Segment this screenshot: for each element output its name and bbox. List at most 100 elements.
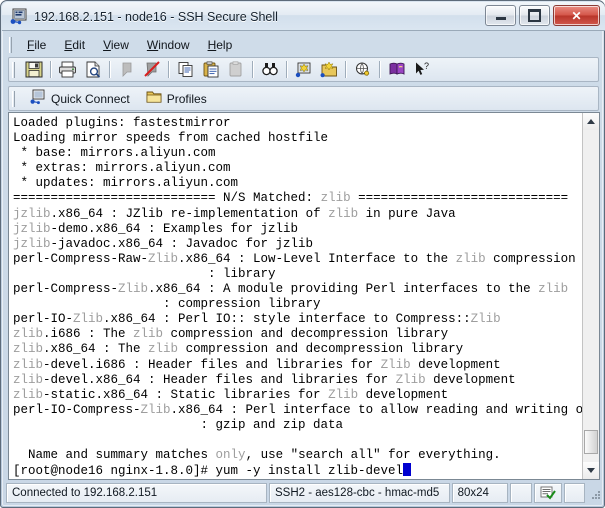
menu-drag-grip[interactable] <box>8 36 15 53</box>
terminal-match-highlight: Zlib <box>328 387 359 402</box>
terminal-text: * extras: mirrors.aliyun.com <box>13 161 231 176</box>
new-terminal-icon[interactable] <box>317 59 340 80</box>
terminal-match-highlight: zlib <box>148 342 179 357</box>
terminal-text: perl-IO- <box>13 312 74 327</box>
help-book-icon[interactable] <box>385 59 408 80</box>
terminal-text: : library <box>13 266 276 281</box>
terminal-scrollbar[interactable] <box>582 113 599 479</box>
terminal-line: : gzip and zip data <box>13 418 582 433</box>
quickbar-drag-grip[interactable] <box>11 90 18 107</box>
terminal-line: Name and summary matches only, use "sear… <box>13 448 582 463</box>
terminal-match-highlight: j <box>13 206 21 221</box>
terminal-match-highlight: Zlib <box>73 312 104 327</box>
menu-bar: File Edit View Window Help <box>8 34 599 55</box>
terminal-text: development <box>425 372 516 387</box>
resize-grip[interactable] <box>587 483 601 503</box>
status-pane-blank-1 <box>510 483 533 503</box>
terminal-match-highlight: Zlib <box>140 402 171 417</box>
terminal-output[interactable]: Loaded plugins: fastestmirror Loading mir… <box>9 113 582 479</box>
status-cipher: SSH2 - aes128-cbc - hmac-md5 <box>268 483 450 503</box>
terminal-text: perl-Compress- <box>13 282 119 297</box>
terminal-line: zlib-devel.x86_64 : Header files and lib… <box>13 373 582 388</box>
maximize-button[interactable] <box>519 5 550 26</box>
terminal-line: Loading mirror speeds from cached hostfi… <box>13 131 582 146</box>
menu-item-view[interactable]: View <box>94 36 138 54</box>
menu-item-help[interactable]: Help <box>199 36 242 54</box>
terminal-text: compression and decompression library <box>178 342 464 357</box>
toolbar-separator <box>379 61 380 78</box>
terminal-line: : compression library <box>13 297 582 312</box>
menu-item-edit[interactable]: Edit <box>55 36 94 54</box>
terminal-line: jzlib.x86_64 : JZlib re-implementation o… <box>13 207 582 222</box>
terminal-line: zlib.i686 : The zlib compression and dec… <box>13 327 582 342</box>
terminal-line: perl-Compress-Zlib.x86_64 : A module pro… <box>13 282 582 297</box>
terminal-line: zlib.x86_64 : The zlib compression and d… <box>13 342 582 357</box>
terminal-match-highlight: zlib <box>13 357 44 372</box>
terminal-match-highlight: zlib <box>13 327 44 342</box>
terminal-match-highlight: zlib <box>328 206 359 221</box>
terminal-text: .x86_64 : Perl IO:: style interface to C… <box>103 312 471 327</box>
toolbar-separator <box>168 61 169 78</box>
terminal-match-highlight: zlib <box>455 251 486 266</box>
terminal-line: perl-IO-Zlib.x86_64 : Perl IO:: style in… <box>13 312 582 327</box>
settings-icon[interactable] <box>351 59 374 80</box>
clipboard-icon[interactable] <box>224 59 247 80</box>
print-preview-icon[interactable] <box>81 59 104 80</box>
scroll-up-icon[interactable] <box>583 113 599 130</box>
terminal-match-highlight: zlib <box>13 387 44 402</box>
menu-item-file[interactable]: File <box>18 36 55 54</box>
copy-icon[interactable] <box>174 59 197 80</box>
terminal-text: .x86_64 : JZlib re-implementation of <box>50 206 329 221</box>
terminal-text: * updates: mirrors.aliyun.com <box>13 176 239 191</box>
minimize-icon <box>486 6 515 25</box>
disconnect-icon[interactable] <box>140 59 163 80</box>
terminal-line: * extras: mirrors.aliyun.com <box>13 161 582 176</box>
terminal-match-highlight: Zlib <box>118 282 149 297</box>
terminal-cursor <box>403 463 411 477</box>
toolbar-separator <box>286 61 287 78</box>
find-icon[interactable] <box>258 59 281 80</box>
quick-connect-button[interactable]: Quick Connect <box>23 88 137 109</box>
terminal-match-highlight: zlib <box>20 206 51 221</box>
terminal-text: -devel.i686 : Header files and libraries… <box>43 357 381 372</box>
terminal-text: =========================== N/S Matched: <box>13 191 321 206</box>
terminal-text: * base: mirrors.aliyun.com <box>13 146 216 161</box>
title-bar[interactable]: 192.168.2.151 - node16 - SSH Secure Shel… <box>2 2 605 31</box>
save-icon[interactable] <box>22 59 45 80</box>
terminal-text: -devel.x86_64 : Header files and librari… <box>43 372 396 387</box>
scroll-down-icon[interactable] <box>583 462 599 479</box>
new-file-transfer-icon[interactable] <box>292 59 315 80</box>
profiles-label: Profiles <box>166 91 207 106</box>
status-pane-blank-2 <box>564 483 586 503</box>
terminal-text: development <box>358 387 449 402</box>
status-bar: Connected to 192.168.2.151 SSH2 - aes128… <box>6 483 601 503</box>
close-button[interactable]: ✕ <box>553 5 600 26</box>
terminal-text: perl-IO-Compress- <box>13 402 141 417</box>
terminal-match-highlight: only <box>215 448 246 463</box>
terminal-match-highlight: zlib <box>13 342 44 357</box>
capture-indicator-icon[interactable] <box>534 483 563 503</box>
terminal-text: -static.x86_64 : Static libraries for <box>43 387 329 402</box>
terminal-line: zlib-devel.i686 : Header files and libra… <box>13 358 582 373</box>
terminal-line: jzlib-demo.x86_64 : Examples for jzlib <box>13 222 582 237</box>
connect-icon[interactable] <box>115 59 138 80</box>
window-title: 192.168.2.151 - node16 - SSH Secure Shel… <box>34 9 278 24</box>
terminal-text: Loading mirror speeds from cached hostfi… <box>13 131 329 146</box>
menu-item-window[interactable]: Window <box>138 36 199 54</box>
terminal-line: * updates: mirrors.aliyun.com <box>13 176 582 191</box>
terminal-panel: Loaded plugins: fastestmirror Loading mir… <box>8 112 600 480</box>
print-icon[interactable] <box>56 59 79 80</box>
close-icon: ✕ <box>571 8 582 23</box>
toolbar-separator <box>50 61 51 78</box>
terminal-match-highlight: Zlib <box>395 372 426 387</box>
terminal-line: zlib-static.x86_64 : Static libraries fo… <box>13 388 582 403</box>
minimize-button[interactable] <box>485 5 516 26</box>
context-help-icon[interactable]: ? <box>410 59 433 80</box>
toolbar-drag-grip[interactable] <box>11 61 18 78</box>
terminal-text: .x86_64 : Perl interface to allow readin… <box>170 402 582 417</box>
scrollbar-thumb[interactable] <box>584 430 598 454</box>
window-frame: 192.168.2.151 - node16 - SSH Secure Shel… <box>2 2 605 506</box>
profiles-button[interactable]: Profiles <box>139 88 214 109</box>
paste-icon[interactable] <box>199 59 222 80</box>
